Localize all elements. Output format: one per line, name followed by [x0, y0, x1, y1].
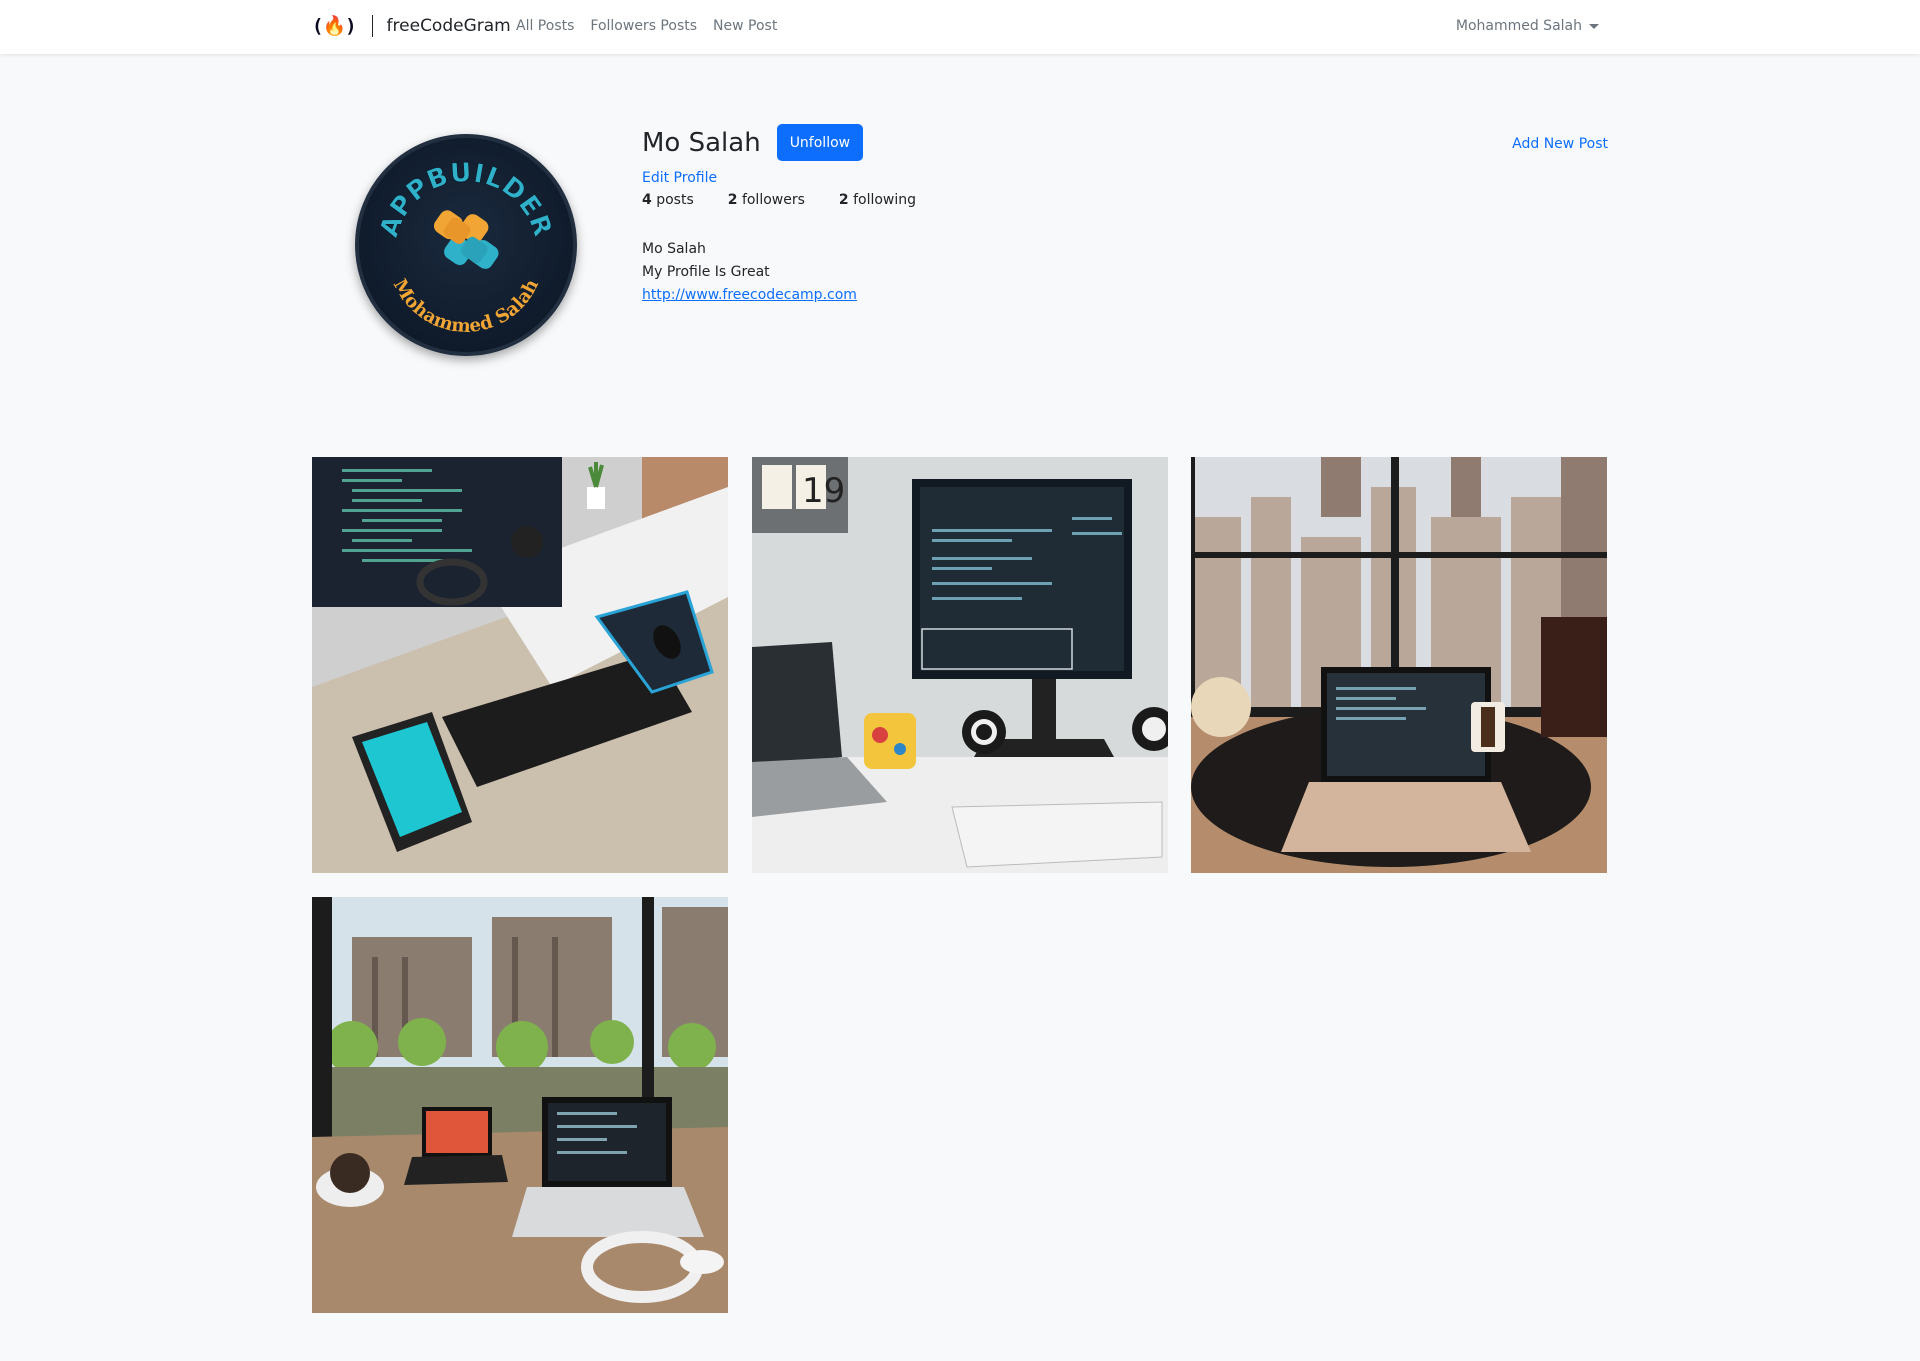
post-image-monitor-laptop: 19 — [752, 457, 1168, 873]
svg-text:Mohammed Salah: Mohammed Salah — [389, 276, 543, 338]
name-row: Mo Salah Unfollow — [642, 124, 950, 161]
unfollow-button[interactable]: Unfollow — [776, 124, 864, 161]
post-thumbnail-2[interactable]: 19 — [752, 457, 1168, 873]
following-count: 2 — [838, 192, 849, 208]
followers-stat: 2 followers — [728, 192, 805, 208]
freecodecamp-logo-icon: (🔥) — [312, 15, 357, 37]
nav-links: All Posts Followers Posts New Post — [516, 18, 793, 34]
following-stat: 2 following — [839, 192, 916, 208]
bio-description: My Profile Is Great — [642, 264, 770, 280]
brand-name[interactable]: freeCodeGram — [387, 16, 511, 36]
edit-profile-link[interactable]: Edit Profile — [642, 170, 950, 186]
brand-divider — [371, 14, 373, 37]
user-dropdown[interactable]: Mohammed Salah — [1456, 18, 1599, 34]
profile-bio: Mo Salah My Profile Is Great http://www.… — [642, 238, 950, 307]
bio-title: Mo Salah — [642, 241, 706, 257]
post-image-laptop-tablet-window — [312, 897, 728, 1313]
bio-url-link[interactable]: http://www.freecodecamp.com — [642, 287, 857, 303]
nav-all-posts[interactable]: All Posts — [516, 18, 574, 34]
posts-label: posts — [656, 192, 694, 208]
post-image-desk-setup — [312, 457, 728, 873]
caret-down-icon[interactable] — [1589, 23, 1599, 29]
post-image-city-window — [1191, 457, 1607, 873]
avatar-bottom-text: Mohammed Salah — [389, 276, 543, 338]
user-name[interactable]: Mohammed Salah — [1456, 18, 1582, 34]
post-thumbnail-1[interactable] — [312, 457, 728, 873]
followers-label: followers — [741, 192, 805, 208]
brand[interactable]: (🔥) freeCodeGram — [312, 14, 511, 37]
profile-stats: 4 posts 2 followers 2 following — [642, 192, 950, 208]
top-navbar: (🔥) freeCodeGram All Posts Followers Pos… — [0, 0, 1920, 54]
posts-count: 4 — [642, 192, 652, 208]
profile-info: Mo Salah Unfollow Edit Profile 4 posts 2… — [642, 124, 950, 307]
followers-count: 2 — [727, 192, 738, 208]
following-label: following — [853, 192, 917, 208]
post-thumbnail-3[interactable] — [1191, 457, 1607, 873]
calendar-number: 19 — [802, 471, 845, 511]
nav-followers-posts[interactable]: Followers Posts — [590, 18, 697, 34]
nav-new-post[interactable]: New Post — [713, 18, 777, 34]
profile-avatar: APPBUILDER Mohammed Salah — [355, 134, 577, 356]
posts-stat: 4 posts — [642, 192, 694, 208]
add-new-post-link[interactable]: Add New Post — [1512, 136, 1608, 152]
appbuilder-logo-icon: APPBUILDER Mohammed Salah — [374, 158, 557, 338]
post-thumbnail-4[interactable] — [312, 897, 728, 1313]
profile-username: Mo Salah — [642, 127, 761, 158]
